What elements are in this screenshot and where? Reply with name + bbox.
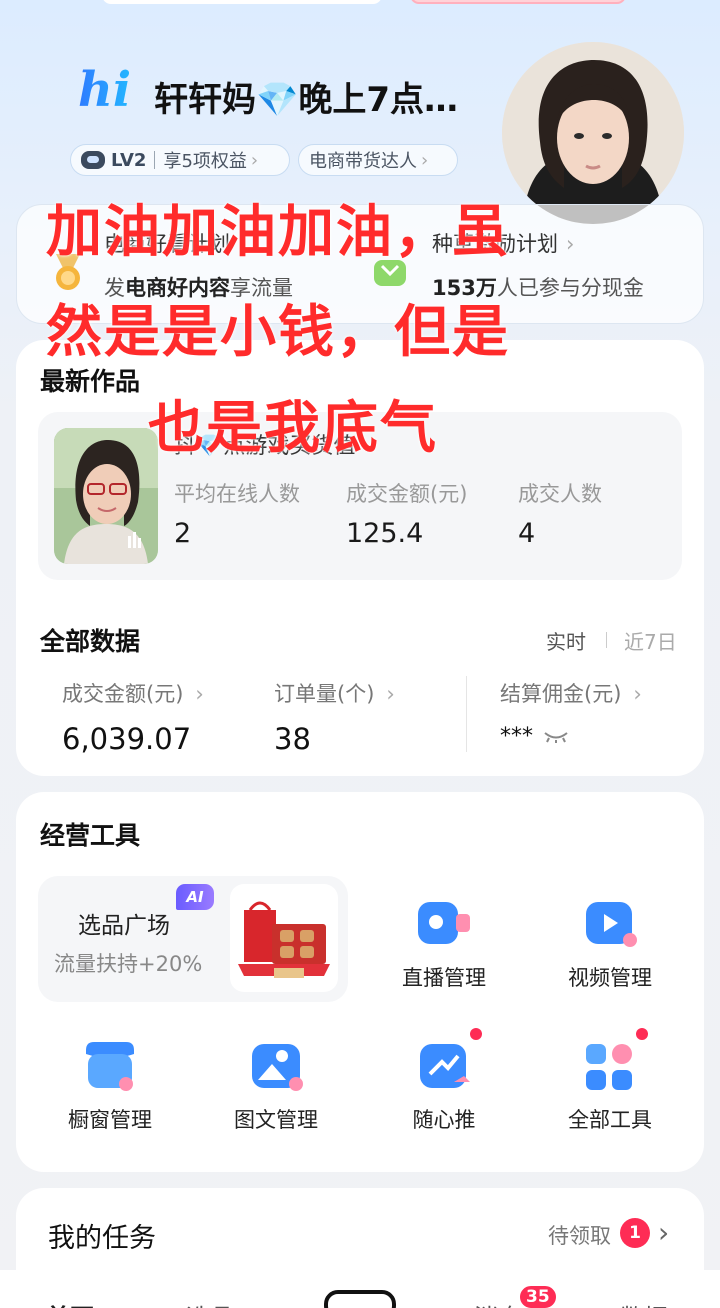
level-icon: [81, 151, 105, 169]
chevron-right-icon: ›: [421, 149, 429, 171]
metric-gmv[interactable]: 成交金额(元) › 6,039.07: [62, 678, 204, 756]
level-text: LV2: [111, 149, 147, 171]
pending-count-badge: 1: [620, 1218, 650, 1248]
tool-image-text-label: 图文管理: [234, 1108, 318, 1132]
gift-box-image: [230, 884, 338, 992]
tool-live-label: 直播管理: [402, 966, 486, 990]
feature-title: 选品广场: [78, 913, 170, 939]
stat-avg-online-label: 平均在线人数: [174, 482, 300, 506]
metric-commission-value: ***: [500, 724, 533, 749]
chevron-right-icon: ›: [250, 149, 259, 171]
top-promo-button[interactable]: [410, 0, 626, 4]
stat-gmv-label: 成交金额(元): [346, 482, 468, 506]
tool-promote-label: 随心推: [412, 1108, 476, 1132]
ai-badge: AI: [176, 884, 214, 910]
live-thumbnail[interactable]: [54, 428, 158, 564]
image-text-icon: [250, 1040, 306, 1100]
metric-orders-value: 38: [274, 722, 311, 756]
video-play-icon: [584, 898, 640, 954]
create-plus-button[interactable]: [324, 1290, 396, 1308]
metric-gmv-value: 6,039.07: [62, 722, 192, 756]
tool-video-management[interactable]: 视频管理: [540, 898, 680, 994]
badge-divider: [154, 151, 156, 169]
stat-gmv-value: 125.4: [346, 518, 424, 549]
mooncake-gift-icon: [238, 901, 330, 978]
overlay-text-line3: 也是我底气: [148, 396, 438, 461]
stat-buyers-label: 成交人数: [518, 482, 602, 506]
metric-divider: [466, 676, 467, 752]
tab-data[interactable]: 数据: [620, 1298, 668, 1308]
level-badge[interactable]: LV2 享5项权益 ›: [70, 144, 290, 176]
tool-image-text[interactable]: 图文管理: [206, 1040, 346, 1136]
all-tools-icon: [584, 1042, 636, 1098]
chevron-right-icon: ›: [566, 232, 575, 256]
live-camera-icon: [416, 898, 472, 954]
toggle-divider: [606, 632, 607, 648]
feature-subtitle: 流量扶持+20%: [54, 952, 203, 976]
all-data-title: 全部数据: [40, 627, 141, 656]
overlay-text-line1: 加油加油加油，虽: [46, 200, 510, 265]
eye-closed-icon[interactable]: [543, 730, 569, 744]
role-text: 电商带货达人: [309, 151, 417, 172]
all-tools-notification-dot: [636, 1028, 648, 1040]
tool-all-tools[interactable]: 全部工具: [540, 1028, 680, 1136]
hi-logo: hi: [78, 62, 132, 118]
avatar[interactable]: [502, 42, 684, 224]
stat-buyers-value: 4: [518, 518, 536, 549]
role-badge[interactable]: 电商带货达人 ›: [298, 144, 458, 176]
toggle-realtime[interactable]: 实时: [546, 626, 586, 655]
tool-shop-window-label: 橱窗管理: [68, 1108, 152, 1132]
toggle-7days[interactable]: 近7日: [624, 626, 677, 655]
chevron-right-icon[interactable]: ›: [658, 1216, 669, 1249]
metric-commission[interactable]: 结算佣金(元) › ***: [500, 678, 642, 749]
top-search-bar[interactable]: [102, 0, 382, 4]
avatar-portrait-icon: [502, 42, 684, 224]
messages-count-badge: 35: [518, 1284, 558, 1308]
tool-promote[interactable]: 随心推: [374, 1028, 514, 1136]
chevron-right-icon: ›: [195, 682, 204, 706]
tools-title: 经营工具: [40, 821, 141, 850]
promote-notification-dot: [470, 1028, 482, 1040]
promote-icon: [418, 1040, 474, 1100]
stat-avg-online-value: 2: [174, 518, 192, 549]
benefits-text: 享5项权益: [163, 151, 247, 172]
pending-label: 待领取: [548, 1224, 611, 1248]
tool-all-tools-label: 全部工具: [568, 1108, 652, 1132]
tab-home[interactable]: 首页: [46, 1298, 94, 1308]
shop-window-icon: [84, 1040, 140, 1100]
tool-shop-window[interactable]: 橱窗管理: [40, 1040, 180, 1136]
metric-orders[interactable]: 订单量(个) › 38: [274, 678, 395, 756]
overlay-text-line2: 然是是小钱，但是: [46, 300, 510, 365]
thumbnail-portrait-icon: [54, 428, 158, 564]
tab-messages[interactable]: 消息: [474, 1298, 522, 1308]
chevron-right-icon: ›: [386, 682, 395, 706]
user-name[interactable]: 轩轩妈💎晚上7点…: [154, 72, 458, 121]
tasks-title: 我的任务: [48, 1223, 156, 1254]
tool-video-label: 视频管理: [568, 966, 652, 990]
chevron-right-icon: ›: [633, 682, 642, 706]
tool-live-management[interactable]: 直播管理: [374, 898, 514, 994]
latest-works-title: 最新作品: [40, 367, 141, 396]
right-banner-subtitle: 153万人已参与分现金: [432, 276, 644, 300]
tab-selection[interactable]: 选品: [186, 1298, 234, 1308]
left-banner-subtitle: 发电商好内容享流量: [104, 276, 293, 300]
